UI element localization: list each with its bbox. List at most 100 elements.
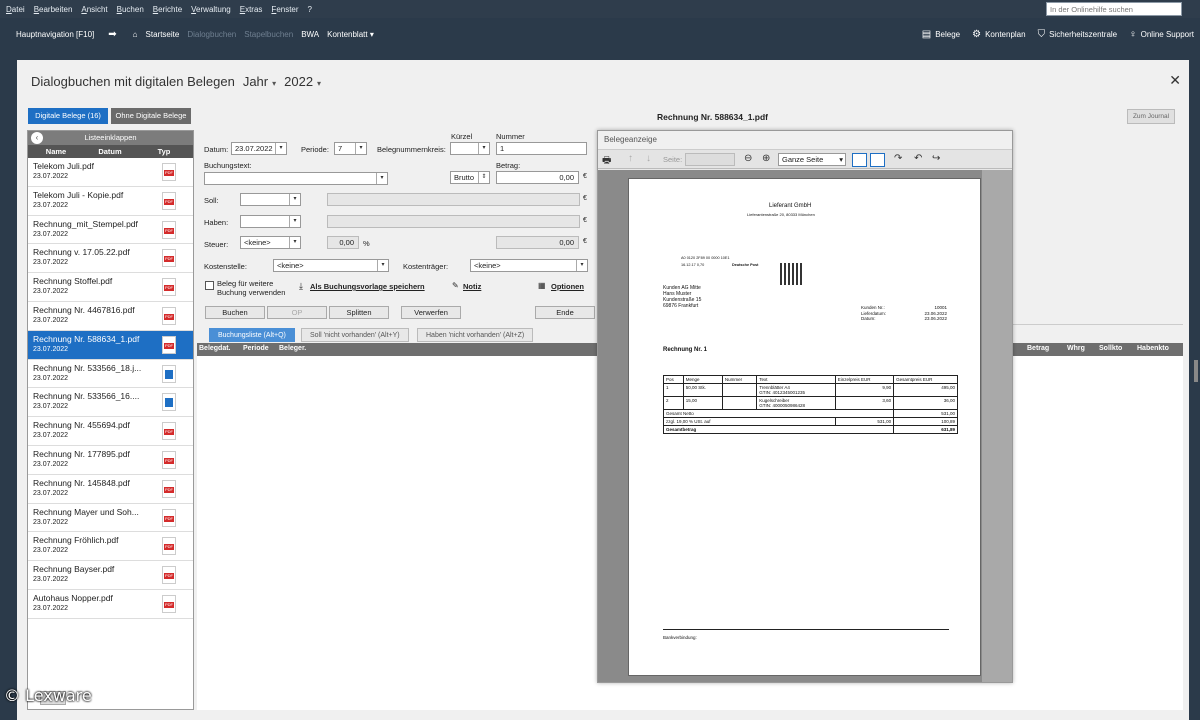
fit-width-icon[interactable] <box>870 153 885 167</box>
document-list-item[interactable]: Rechnung Nr. 4467816.pdf 23.07.2022 <box>28 302 193 331</box>
document-list-item[interactable]: Rechnung Bayser.pdf 23.07.2022 <box>28 561 193 590</box>
nav-kontenplan[interactable]: ⚙ Kontenplan <box>972 29 1025 40</box>
rotate-left-icon[interactable]: ↶ <box>914 153 922 164</box>
nummer-field[interactable]: 1 <box>496 142 587 155</box>
nav-startseite[interactable]: Startseite <box>146 30 180 39</box>
period-type-dropdown[interactable]: Jahr ▾ <box>243 74 276 89</box>
zoom-in-icon[interactable]: ⊕ <box>762 153 770 164</box>
chevron-down-icon[interactable]: ▾ <box>289 237 300 248</box>
document-list-item[interactable]: Rechnung_mit_Stempel.pdf 23.07.2022 <box>28 216 193 245</box>
chevron-down-icon[interactable]: ▾ <box>478 143 489 154</box>
col-whrg[interactable]: Whrg <box>1067 345 1085 352</box>
column-typ[interactable]: Typ <box>136 147 192 156</box>
haben-account-field[interactable]: ▾ <box>240 215 301 228</box>
chevron-down-icon[interactable]: ▾ <box>376 173 387 184</box>
kostentraeger-field[interactable]: <keine> ▾ <box>470 259 588 272</box>
zoom-out-icon[interactable]: ⊖ <box>744 153 752 164</box>
betrag-field[interactable]: 0,00 <box>496 171 579 184</box>
ende-button[interactable]: Ende <box>535 306 595 319</box>
viewer-scrollbar[interactable] <box>982 170 1012 682</box>
steuer-field[interactable]: <keine> ▾ <box>240 236 301 249</box>
document-list-item[interactable]: Rechnung Nr. 455694.pdf 23.07.2022 <box>28 417 193 446</box>
col-periode[interactable]: Periode <box>243 345 269 352</box>
buchen-button[interactable]: Buchen <box>205 306 265 319</box>
tab-digitale-belege[interactable]: Digitale Belege (16) <box>28 108 108 124</box>
print-icon[interactable]: 🖶 <box>602 153 611 170</box>
image-file-icon <box>162 364 176 383</box>
splitten-button[interactable]: Splitten <box>329 306 389 319</box>
verwerfen-button[interactable]: Verwerfen <box>401 306 461 319</box>
document-list-item[interactable]: Rechnung Nr. 533566_16.... 23.07.2022 <box>28 388 193 418</box>
menu-bearbeiten[interactable]: Bearbeiten <box>34 5 73 14</box>
year-dropdown[interactable]: 2022 ▾ <box>284 74 321 89</box>
buchungsvorlage-link[interactable]: Als Buchungsvorlage speichern <box>310 282 425 291</box>
document-list-item[interactable]: Rechnung Fröhlich.pdf 23.07.2022 <box>28 532 193 562</box>
spinner-icon[interactable]: ⇕ <box>478 172 489 183</box>
col-belegdat[interactable]: Belegdat. <box>199 345 231 352</box>
single-page-icon[interactable] <box>852 153 867 167</box>
chevron-down-icon[interactable]: ▾ <box>289 194 300 205</box>
chevron-down-icon[interactable]: ▾ <box>275 143 286 154</box>
document-list-item[interactable]: Telekom Juli.pdf 23.07.2022 <box>28 158 193 187</box>
buchungstext-field[interactable]: ▾ <box>204 172 388 185</box>
document-list-item[interactable]: Rechnung Nr. 145848.pdf 23.07.2022 <box>28 475 193 504</box>
document-list-item[interactable]: Autohaus Nopper.pdf 23.07.2022 <box>28 590 193 619</box>
datum-field[interactable]: 23.07.2022 ▾ <box>231 142 287 155</box>
rotate-right-icon[interactable]: ↷ <box>894 153 902 164</box>
menu-verwaltung[interactable]: Verwaltung <box>191 5 231 14</box>
column-name[interactable]: Name <box>28 147 84 156</box>
tab-soll-nicht-vorhanden[interactable]: Soll 'nicht vorhanden' (Alt+Y) <box>301 328 409 342</box>
nav-kontenblatt[interactable]: Kontenblatt ▾ <box>327 30 374 39</box>
nav-sicherheitszentrale[interactable]: ⛉ Sicherheitszentrale <box>1038 29 1118 40</box>
menu-help[interactable]: ? <box>308 5 312 14</box>
beleg-weitere-checkbox[interactable] <box>205 281 214 290</box>
tab-buchungsliste[interactable]: Buchungsliste (Alt+Q) <box>209 328 295 342</box>
tab-haben-nicht-vorhanden[interactable]: Haben 'nicht vorhanden' (Alt+Z) <box>417 328 534 342</box>
col-sollkto[interactable]: Sollkto <box>1099 345 1122 352</box>
tab-ohne-digitale-belege[interactable]: Ohne Digitale Belege <box>111 108 191 124</box>
menu-buchen[interactable]: Buchen <box>117 5 144 14</box>
pin-icon[interactable]: ➡ <box>108 29 116 40</box>
notiz-link[interactable]: Notiz <box>463 282 481 291</box>
soll-account-field[interactable]: ▾ <box>240 193 301 206</box>
document-list-item[interactable]: Rechnung Mayer und Soh... 23.07.2022 <box>28 504 193 533</box>
zum-journal-button[interactable]: Zum Journal <box>1127 109 1175 124</box>
menu-berichte[interactable]: Berichte <box>153 5 182 14</box>
collapse-list-button[interactable]: ‹ Listeeinklappen <box>28 131 193 145</box>
col-habenkto[interactable]: Habenkto <box>1137 345 1169 352</box>
zoom-select[interactable]: Ganze Seite ▾ <box>778 153 846 166</box>
kostenstelle-field[interactable]: <keine> ▾ <box>273 259 389 272</box>
chevron-down-icon[interactable]: ▾ <box>576 260 587 271</box>
nav-online-support[interactable]: ♀ Online Support <box>1129 29 1194 40</box>
kuerzel-field[interactable]: ▾ <box>450 142 490 155</box>
page-select <box>685 153 735 166</box>
menu-datei[interactable]: Datei <box>6 5 25 14</box>
optionen-link[interactable]: Optionen <box>551 282 584 291</box>
window-scrollbar[interactable] <box>1194 360 1198 382</box>
document-list-item[interactable]: Telekom Juli - Kopie.pdf 23.07.2022 <box>28 187 193 216</box>
document-list-item[interactable]: Rechnung Nr. 533566_18.j... 23.07.2022 <box>28 360 193 389</box>
close-icon[interactable]: ✕ <box>1169 72 1181 89</box>
col-betrag[interactable]: Betrag <box>1027 345 1049 352</box>
brutto-netto-select[interactable]: Brutto ⇕ <box>450 171 490 184</box>
redo-icon[interactable]: ↪ <box>932 153 940 164</box>
document-list-item[interactable]: Rechnung Nr. 588634_1.pdf 23.07.2022 <box>28 330 193 360</box>
help-search-input[interactable]: In der Onlinehilfe suchen <box>1046 2 1182 16</box>
chevron-down-icon[interactable]: ▾ <box>377 260 388 271</box>
menu-fenster[interactable]: Fenster <box>271 5 298 14</box>
meta-label: Kunden Nr.: <box>861 305 885 310</box>
chevron-down-icon[interactable]: ▾ <box>289 216 300 227</box>
cell-einzelpreis: 3,60 <box>834 396 895 410</box>
document-list-item[interactable]: Rechnung Stoffel.pdf 23.07.2022 <box>28 273 193 302</box>
chevron-down-icon[interactable]: ▾ <box>355 143 366 154</box>
menu-extras[interactable]: Extras <box>240 5 263 14</box>
periode-field[interactable]: 7 ▾ <box>334 142 367 155</box>
main-navigation-button[interactable]: Hauptnavigation [F10] <box>16 30 94 39</box>
document-list-item[interactable]: Rechnung Nr. 177895.pdf 23.07.2022 <box>28 446 193 475</box>
nav-bwa[interactable]: BWA <box>301 30 319 39</box>
col-beleger[interactable]: Beleger. <box>279 345 306 352</box>
document-list-item[interactable]: Rechnung v. 17.05.22.pdf 23.07.2022 <box>28 244 193 274</box>
nav-belege[interactable]: ▤ Belege <box>922 29 960 40</box>
menu-ansicht[interactable]: Ansicht <box>81 5 107 14</box>
column-datum[interactable]: Datum <box>84 147 136 156</box>
